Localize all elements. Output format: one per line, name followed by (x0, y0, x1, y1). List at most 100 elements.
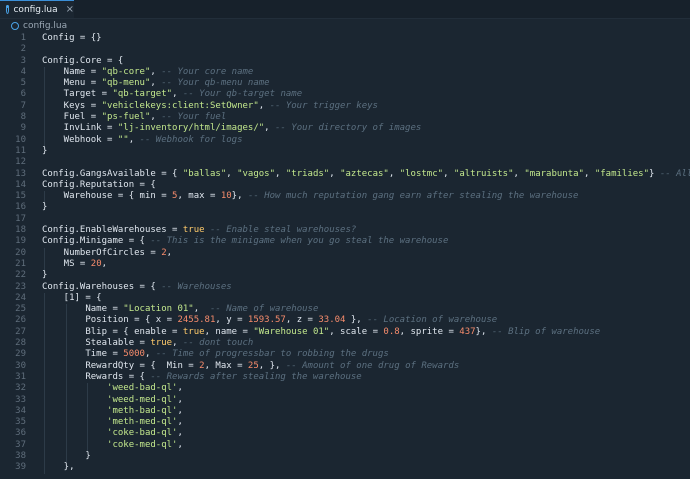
code-token: Keys = (42, 100, 102, 111)
code-token: "altruists" (453, 168, 514, 179)
code-token: 5000 (123, 349, 145, 360)
code-token: 'weed-med-ql' (107, 394, 178, 405)
code-token: , (150, 78, 162, 89)
code-token: Blip = { enable = (42, 326, 183, 337)
code-text: Config.Core = { (42, 56, 123, 67)
line-number: 11 (15, 145, 26, 156)
code-token: Fuel = (42, 112, 102, 123)
code-line: 2 (0, 44, 690, 55)
code-text: Time = 5000, -- Time of progressbar to r… (42, 349, 389, 360)
code-token: , name = (204, 326, 254, 337)
code-token: -- Name of warehouse (210, 304, 319, 315)
code-token: , (101, 258, 108, 269)
tab-config-lua[interactable]: config.lua × (0, 0, 74, 18)
code-token: , (150, 66, 162, 77)
code-line: 1 Config = {} (0, 33, 690, 44)
code-token: 'coke-bad-ql' (107, 428, 178, 439)
code-token: , (177, 428, 183, 439)
code-token: Webhook = (42, 134, 118, 145)
code-text: [1] = { (42, 293, 102, 304)
code-line: 15 Warehouse = { min = 5, max = 10}, -- … (0, 191, 690, 203)
code-token: , (226, 168, 238, 179)
code-line: 7 Keys = "vehiclekeys:client:SetOwner", … (0, 100, 690, 113)
code-line: 4 Name = "qb-core", -- Your core name (0, 66, 690, 79)
code-token: , (177, 439, 183, 450)
code-line: 31 Rewards = { -- Rewards after stealing… (0, 371, 690, 384)
code-token: , (329, 168, 341, 179)
code-text: NumberOfCircles = 2, (42, 248, 172, 259)
tab-label: config.lua (13, 4, 58, 15)
code-token: , (166, 247, 173, 258)
line-number: 6 (20, 89, 26, 100)
code-token: , z = (285, 315, 319, 326)
code-text: Position = { x = 2455.81, y = 1593.57, z… (42, 315, 497, 326)
code-token: 1593.57 (247, 315, 286, 326)
code-line: 29 Time = 5000, -- Time of progressbar t… (0, 349, 690, 361)
code-token: , (172, 338, 183, 349)
line-number: 30 (15, 360, 26, 371)
code-token: }, (42, 462, 75, 473)
code-token: , (128, 134, 140, 145)
code-token: "vehiclekeys:client:SetOwner" (101, 100, 259, 111)
code-token: 'weed-bad-ql' (107, 383, 178, 394)
code-text: Name = "Location 01", -- Name of warehou… (42, 304, 318, 315)
breadcrumb-file[interactable]: config.lua (23, 21, 67, 31)
code-token: Menu = (42, 78, 102, 89)
code-token: Config.Reputation = { (42, 179, 156, 190)
code-text: MS = 20, (42, 259, 107, 270)
code-token: 437 (459, 326, 476, 337)
code-token: "qb-target" (112, 89, 173, 100)
code-line: 17 (0, 214, 690, 225)
line-number: 15 (15, 191, 26, 202)
code-token: -- Rewards after stealing the warehouse (150, 371, 362, 382)
code-token: Config.EnableWarehouses = (42, 225, 183, 236)
code-token: , (177, 394, 183, 405)
line-number: 31 (15, 371, 26, 382)
line-number: 24 (15, 292, 26, 303)
code-token: MS = (42, 258, 91, 269)
code-text: }, (42, 462, 75, 473)
code-line: 27 Blip = { enable = true, name = "Wareh… (0, 326, 690, 339)
line-number: 21 (15, 258, 26, 269)
code-token: -- Your qb-menu name (161, 78, 270, 89)
line-number: 14 (15, 179, 26, 190)
code-token: -- Your qb-target name (182, 89, 303, 100)
code-token: NumberOfCircles = (42, 247, 162, 258)
code-text: Name = "qb-core", -- Your core name (42, 66, 254, 78)
line-number: 26 (15, 315, 26, 326)
code-token: -- How much reputation gang earn after s… (247, 191, 579, 202)
code-token: , (177, 383, 183, 394)
code-token: RewardQty = { Min = (42, 360, 200, 371)
line-number: 34 (15, 405, 26, 416)
lua-file-icon (11, 22, 19, 30)
code-token: -- Warehouses (161, 281, 232, 292)
code-token: -- Your directory of images (275, 123, 422, 134)
code-editor[interactable]: 1 Config = {} 2 3 Config.Core = {4 Name = "q… (0, 33, 690, 479)
code-line: 9 InvLink = "lj-inventory/html/images/",… (0, 123, 690, 135)
code-token: Config.Minigame = { (42, 236, 151, 247)
code-token: Config.Core = { (42, 55, 124, 66)
code-token: "vagos" (237, 168, 276, 179)
code-token: -- Your core name (161, 66, 254, 77)
code-token: } (42, 450, 91, 461)
code-token: }, (345, 315, 368, 326)
code-token: Stealable = (42, 338, 151, 349)
code-text: Config.EnableWarehouses = true -- Enable… (42, 225, 356, 236)
code-token: 2455.81 (177, 315, 216, 326)
code-text: Config.Warehouses = { -- Warehouses (42, 282, 232, 293)
code-token: 20 (90, 258, 102, 269)
code-token: -- Location of warehouse (367, 315, 498, 326)
code-line: 19 Config.Minigame = { -- This is the min… (0, 236, 690, 247)
close-icon[interactable]: × (66, 4, 74, 15)
code-token: [1] = { (42, 292, 102, 303)
code-line: 21 MS = 20, (0, 258, 690, 271)
code-line: 28 Stealable = true, -- dont touch (0, 338, 690, 350)
code-token: "families" (594, 168, 649, 179)
code-token: }, (231, 191, 248, 202)
code-token: -- Time of progressbar to robbing the dr… (155, 349, 389, 360)
code-token: -- Blip of warehouse (491, 326, 601, 337)
line-number: 37 (15, 439, 26, 450)
